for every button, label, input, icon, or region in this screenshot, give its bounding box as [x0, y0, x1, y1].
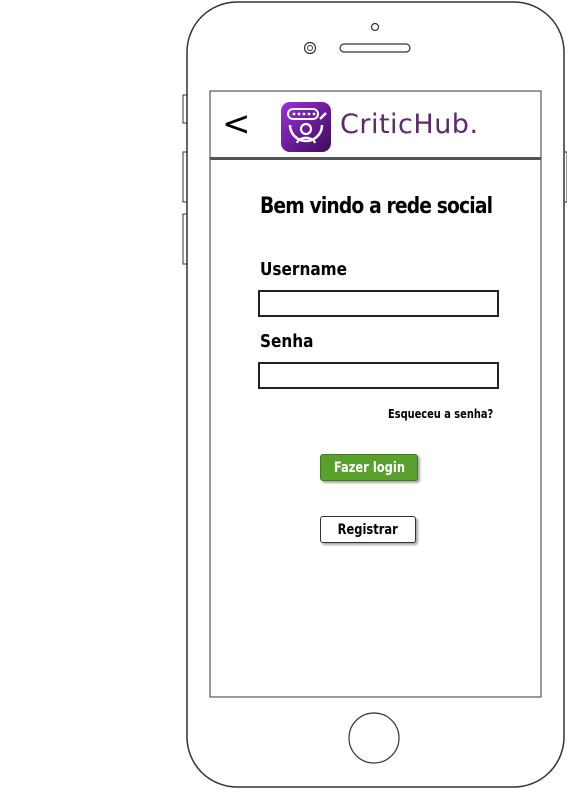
header-divider [210, 157, 541, 160]
forgot-password-link[interactable]: Esqueceu a senha? [388, 407, 493, 421]
app-screen: < CriticHub. Bem vindo a rede social Use… [210, 91, 541, 697]
register-button[interactable]: Registrar [320, 516, 416, 543]
username-label: Username [260, 259, 347, 280]
critichub-logo-icon [281, 102, 331, 152]
brand-name: CriticHub. [340, 109, 479, 140]
register-button-label: Registrar [337, 521, 399, 538]
page-title: Bem vindo a rede social [260, 194, 493, 219]
password-label: Senha [260, 331, 314, 352]
back-button[interactable]: < [222, 107, 251, 141]
login-button-label: Fazer login [333, 459, 405, 476]
phone-home-button[interactable] [348, 712, 400, 764]
app-header: < CriticHub. [210, 91, 541, 157]
password-input[interactable] [258, 362, 499, 389]
login-button[interactable]: Fazer login [320, 454, 418, 481]
username-input[interactable] [258, 290, 499, 317]
